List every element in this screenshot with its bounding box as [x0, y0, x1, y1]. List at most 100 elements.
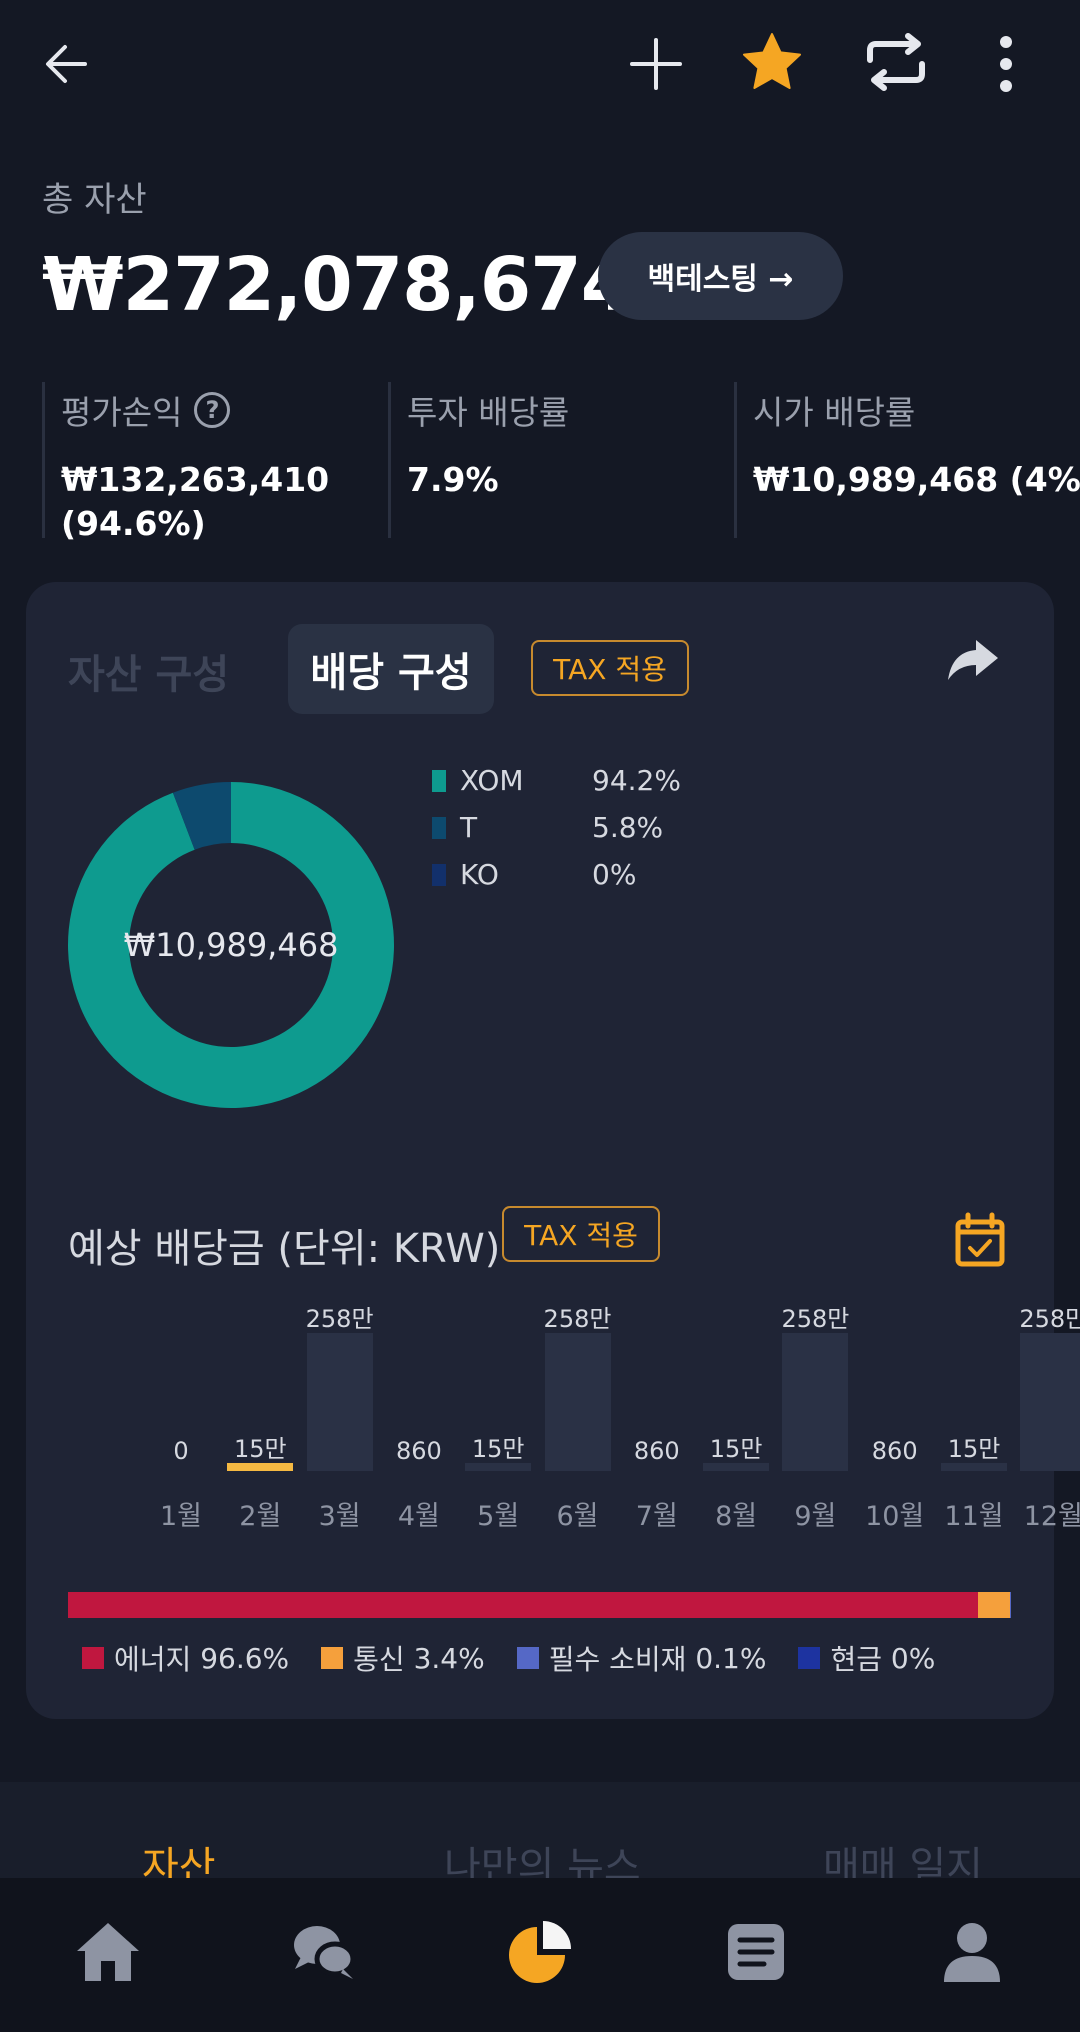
legend-name: KO [460, 858, 499, 891]
month-label: 1월 [159, 1501, 203, 1532]
plus-icon [630, 38, 682, 90]
sector-swatch [82, 1647, 104, 1669]
document-icon [728, 1924, 784, 1980]
legend-swatch [432, 769, 446, 792]
sector-distribution-bar [68, 1592, 1011, 1618]
legend-percent: 94.2% [592, 764, 681, 797]
nav-home[interactable] [68, 1912, 148, 1992]
repeat-icon [867, 33, 925, 91]
nav-document[interactable] [716, 1912, 796, 1992]
help-icon[interactable]: ? [194, 392, 231, 428]
sector-segment [1010, 1592, 1011, 1618]
sector-segment [68, 1592, 979, 1618]
bar-value-label: 15만 [233, 1434, 287, 1463]
bar-value-label: 0 [173, 1437, 189, 1465]
month-label: 8월 [715, 1501, 758, 1532]
sector-percent: 0.1% [695, 1641, 767, 1675]
bar-5월[interactable] [465, 1462, 532, 1471]
tab-dividend-composition[interactable]: 배당 구성 [288, 624, 494, 714]
bar-6월[interactable] [544, 1333, 611, 1471]
total-assets-label: 총 자산 [42, 180, 147, 220]
legend-swatch [432, 863, 446, 886]
more-button[interactable] [970, 28, 1042, 100]
nav-portfolio[interactable] [500, 1912, 580, 1992]
forecast-tax-toggle[interactable]: TAX 적용 [502, 1206, 660, 1262]
stat-value: ₩132,263,410 (94.6%) [61, 458, 372, 546]
stat-value: ₩10,989,468 (4%) [753, 460, 1080, 499]
sector-name: 필수 소비재 [548, 1643, 687, 1676]
bar-value-label: 860 [633, 1437, 680, 1465]
share-icon [948, 640, 998, 680]
month-label: 4월 [397, 1501, 440, 1532]
month-label: 7월 [635, 1501, 678, 1532]
sector-name: 현금 [830, 1643, 882, 1676]
nav-profile[interactable] [932, 1912, 1012, 1992]
tab-asset-composition[interactable]: 자산 구성 [68, 642, 229, 700]
bar-value-label: 258만 [305, 1305, 374, 1333]
sector-name: 에너지 [114, 1643, 192, 1676]
legend-item: KO 0% [432, 858, 636, 891]
sector-segment [978, 1592, 1011, 1618]
more-vertical-icon [1000, 36, 1012, 92]
bar-8월[interactable] [703, 1462, 770, 1471]
bar-12월[interactable] [1020, 1333, 1080, 1471]
profile-icon [944, 1923, 1000, 1982]
add-button[interactable] [620, 28, 692, 100]
backtest-button[interactable]: 백테스팅 → [598, 232, 843, 320]
home-icon [77, 1923, 139, 1981]
sector-swatch [798, 1647, 821, 1669]
top-bar [0, 0, 1080, 140]
month-label: 3월 [318, 1501, 361, 1532]
share-button[interactable] [940, 628, 1004, 692]
repeat-button[interactable] [860, 26, 932, 98]
stat-market-yield: 시가 배당률 ₩10,989,468 (4%) [734, 382, 1080, 538]
sector-legend: 에너지 96.6% 통신 3.4% 필수 소비재 0.1% 현금 0% [82, 1638, 967, 1678]
tax-toggle[interactable]: TAX 적용 [531, 640, 689, 696]
bar-value-label: 860 [395, 1437, 442, 1465]
legend-swatch [432, 816, 446, 839]
chat-icon [294, 1926, 356, 1979]
month-label: 11월 [944, 1501, 1004, 1532]
bar-11월[interactable] [941, 1462, 1007, 1471]
sector-swatch [516, 1647, 539, 1669]
month-label: 12월 [1023, 1501, 1080, 1532]
back-button[interactable] [30, 28, 102, 100]
bar-value-label: 258만 [781, 1305, 850, 1333]
month-label: 9월 [794, 1501, 837, 1532]
calendar-button[interactable] [948, 1208, 1012, 1272]
sector-name: 통신 [353, 1643, 405, 1676]
stat-value-line-2: (94.6%) [61, 504, 206, 543]
stat-investment-yield: 투자 배당률 7.9% [388, 382, 718, 538]
dividend-donut-chart: ₩10,989,468 [67, 782, 395, 1108]
legend-item: XOM 94.2% [432, 764, 681, 797]
stat-label: 시가 배당률 [753, 393, 916, 432]
stat-label: 투자 배당률 [407, 393, 570, 432]
month-label: 5월 [477, 1501, 520, 1532]
bar-value-label: 15만 [709, 1434, 763, 1463]
nav-community[interactable] [284, 1912, 364, 1992]
legend-name: XOM [460, 764, 524, 797]
sector-legend-item: 필수 소비재 0.1% [516, 1638, 767, 1678]
dividend-card [26, 582, 1054, 1719]
donut-center-label: ₩10,989,468 [124, 926, 339, 964]
stat-unrealized-pl: 평가손익 ? ₩132,263,410 (94.6%) [42, 382, 372, 543]
bar-value-label: 15만 [471, 1434, 525, 1463]
stat-value-line: ₩132,263,410 [61, 460, 330, 499]
bar-3월[interactable] [306, 1333, 373, 1471]
sector-percent: 3.4% [413, 1641, 485, 1675]
bar-2월[interactable] [227, 1462, 294, 1471]
legend-percent: 0% [592, 858, 637, 891]
legend-item: T 5.8% [432, 811, 663, 844]
star-icon [743, 33, 801, 89]
bar-value-label: 860 [871, 1437, 918, 1465]
stat-value: 7.9% [407, 460, 499, 499]
stat-label: 평가손익 [61, 393, 183, 432]
forecast-title: 예상 배당금 (단위: KRW) [68, 1226, 501, 1272]
bar-9월[interactable] [782, 1333, 849, 1471]
month-label: 2월 [239, 1501, 282, 1532]
favorite-button[interactable] [736, 26, 808, 98]
sector-legend-item: 에너지 96.6% [82, 1638, 289, 1678]
calendar-check-icon [955, 1212, 1005, 1267]
sector-swatch [321, 1647, 344, 1669]
sector-percent: 96.6% [200, 1641, 290, 1675]
